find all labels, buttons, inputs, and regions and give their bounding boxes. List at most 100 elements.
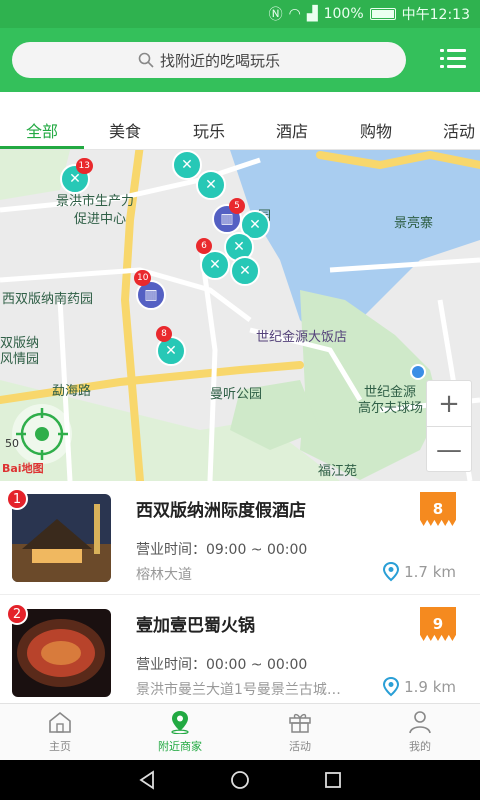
- merchant-list: 1 西双版纳洲际度假酒店 营业时间：09:00 ~ 00:00 榕林大道 1.7…: [0, 481, 480, 703]
- search-input[interactable]: 找附近的吃喝玩乐: [12, 42, 406, 78]
- map-view[interactable]: 景洪市生产力 促进中心 园 景亮寨 西双版纳南药园 双版纳 风情园 世纪金源大饭…: [0, 150, 480, 481]
- fork-knife-icon: ✕: [181, 157, 193, 173]
- map-pin-food[interactable]: ✕ 13: [60, 158, 93, 194]
- merchant-photo: [12, 609, 111, 697]
- zoom-out-button[interactable]: —: [427, 427, 471, 473]
- nav-home-label: 主页: [49, 740, 71, 753]
- locate-me-button[interactable]: [12, 404, 72, 464]
- tab-all[interactable]: 全部: [26, 118, 58, 142]
- merchant-distance: 1.9 km: [382, 677, 456, 697]
- fork-knife-icon: ✕: [233, 239, 245, 255]
- system-nav-bar: [0, 760, 480, 800]
- map-scale: 50: [5, 437, 19, 450]
- map-label-golf-2: 高尔夫球场: [358, 401, 424, 416]
- status-bar: Ⓝ ◠ ▟ 100% 中午12:13: [0, 0, 480, 28]
- location-icon: [171, 711, 189, 734]
- signal-icon: ▟: [306, 6, 318, 22]
- fork-knife-icon: ✕: [205, 177, 217, 193]
- bottom-nav: 主页 附近商家 活动 我的: [0, 703, 480, 760]
- location-pin-icon: [383, 677, 400, 697]
- nfc-icon: Ⓝ: [268, 7, 283, 23]
- tab-hotel[interactable]: 酒店: [276, 118, 308, 142]
- score-badge: 9: [420, 607, 456, 641]
- gift-icon: [289, 713, 311, 733]
- distance-value: 1.9 km: [404, 678, 456, 696]
- map-label-menghai-road: 勐海路: [52, 384, 92, 399]
- map-pin-food[interactable]: ✕: [196, 170, 226, 200]
- map-pin-hotel[interactable]: ▥ 5: [212, 198, 245, 234]
- fork-knife-icon: ✕: [239, 263, 251, 279]
- nav-nearby-label: 附近商家: [158, 740, 202, 753]
- search-icon: [138, 52, 154, 68]
- merchant-hours: 营业时间：00:00 ~ 00:00: [136, 657, 308, 673]
- tab-events[interactable]: 活动: [443, 118, 475, 142]
- rank-badge: 2: [6, 603, 28, 625]
- map-label-botanical-garden: 西双版纳南药园: [2, 292, 94, 307]
- tab-shopping[interactable]: 购物: [360, 118, 392, 142]
- nav-home[interactable]: 主页: [0, 704, 120, 760]
- fork-knife-icon: ✕: [69, 171, 81, 187]
- map-pin-food[interactable]: ✕ 6: [196, 238, 230, 280]
- merchant-distance: 1.7 km: [382, 562, 456, 582]
- list-menu-button[interactable]: [440, 48, 466, 70]
- nav-nearby[interactable]: 附近商家: [120, 704, 240, 760]
- recents-icon[interactable]: [322, 769, 344, 791]
- building-icon: ▥: [144, 287, 158, 303]
- merchant-name: 壹加壹巴蜀火锅: [136, 616, 255, 636]
- app-header: 找附近的吃喝玩乐: [0, 28, 480, 92]
- pin-count-badge: 8: [156, 326, 172, 342]
- zoom-controls: + —: [426, 380, 472, 472]
- baidu-map-logo: Bai地图: [2, 462, 44, 475]
- merchant-card[interactable]: 2 壹加壹巴蜀火锅 营业时间：00:00 ~ 00:00 景洪市曼兰大道1号曼景…: [0, 596, 480, 703]
- map-label-century-hotel: 世纪金源大饭店: [256, 330, 348, 345]
- location-pin-icon: [383, 562, 400, 582]
- pin-count-badge: 5: [229, 198, 245, 214]
- clock: 中午12:13: [401, 7, 470, 23]
- nav-me-label: 我的: [409, 740, 431, 753]
- map-label-fujiang: 福江苑: [318, 464, 358, 479]
- crosshair-icon: [16, 408, 68, 460]
- battery-icon: [369, 8, 396, 20]
- score-badge: 8: [420, 492, 456, 526]
- map-label-productivity-center: 景洪市生产力: [56, 194, 135, 209]
- pin-count-badge: 6: [196, 238, 212, 254]
- map-pin-food[interactable]: ✕ 8: [156, 326, 186, 366]
- back-icon[interactable]: [136, 769, 158, 791]
- zoom-in-button[interactable]: +: [427, 381, 471, 427]
- nav-me[interactable]: 我的: [360, 704, 480, 760]
- wifi-icon: ◠: [288, 6, 301, 22]
- pin-count-badge: 13: [75, 158, 93, 174]
- user-icon: [409, 711, 431, 734]
- tab-food[interactable]: 美食: [109, 118, 141, 142]
- map-label-jingliang: 景亮寨: [394, 216, 434, 231]
- merchant-address: 景洪市曼兰大道1号曼景兰古城…: [136, 682, 341, 698]
- active-tab-indicator: [0, 146, 84, 149]
- home-circle-icon[interactable]: [229, 769, 251, 791]
- map-pin-food[interactable]: ✕: [172, 150, 202, 180]
- merchant-name: 西双版纳洲际度假酒店: [136, 501, 306, 521]
- merchant-photo: [12, 494, 111, 582]
- merchant-card[interactable]: 1 西双版纳洲际度假酒店 营业时间：09:00 ~ 00:00 榕林大道 1.7…: [0, 481, 480, 595]
- fork-knife-icon: ✕: [165, 343, 177, 359]
- map-label-mangting-park: 曼听公园: [210, 387, 263, 402]
- building-icon: ▥: [220, 211, 234, 227]
- pin-count-badge: 10: [134, 270, 152, 286]
- home-icon: [49, 711, 71, 733]
- category-tabs: 全部 美食 玩乐 酒店 购物 活动: [0, 92, 480, 150]
- current-location-marker: [410, 364, 426, 380]
- tab-entertainment[interactable]: 玩乐: [193, 118, 225, 142]
- merchant-hours: 营业时间：09:00 ~ 00:00: [136, 542, 308, 558]
- nav-events[interactable]: 活动: [240, 704, 360, 760]
- map-pin-food[interactable]: ✕: [230, 256, 260, 286]
- search-placeholder: 找附近的吃喝玩乐: [159, 51, 280, 70]
- fork-knife-icon: ✕: [209, 257, 221, 273]
- map-pin-hotel[interactable]: ▥ 10: [134, 270, 166, 310]
- rank-badge: 1: [6, 488, 28, 510]
- battery-percent: 100%: [323, 6, 364, 22]
- merchant-address: 榕林大道: [136, 567, 192, 583]
- map-label-productivity-center-2: 促进中心: [74, 212, 127, 227]
- map-label-banna-2: 风情园: [0, 352, 40, 367]
- distance-value: 1.7 km: [404, 563, 456, 581]
- fork-knife-icon: ✕: [249, 217, 261, 233]
- nav-events-label: 活动: [289, 740, 311, 753]
